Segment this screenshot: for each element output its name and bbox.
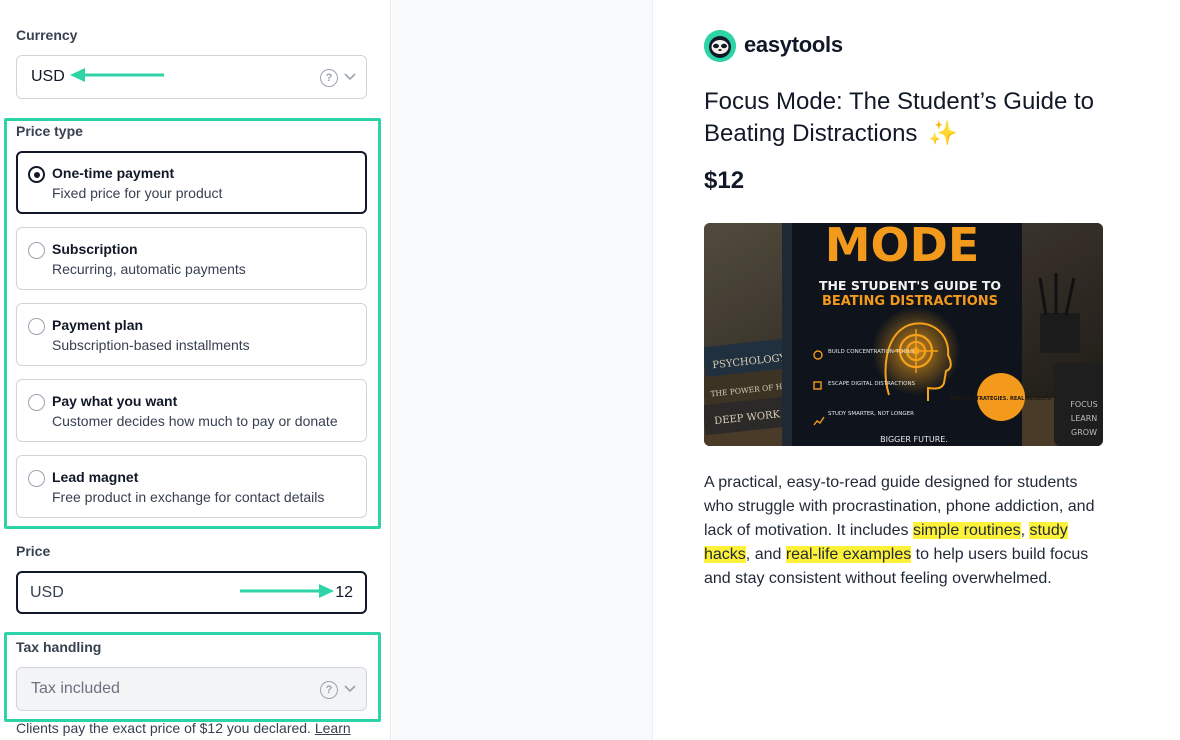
price-label: Price [16, 543, 51, 559]
option-title: Subscription [52, 241, 138, 257]
annotation-arrow-right-icon [240, 584, 334, 598]
price-option-one-time[interactable]: One-time payment Fixed price for your pr… [16, 151, 367, 214]
mug-text-2: LEARN [1071, 414, 1098, 423]
chevron-down-icon [344, 685, 356, 693]
tax-note-text: Clients pay the exact price of $12 you d… [16, 720, 311, 736]
price-amount: 12 [335, 584, 353, 601]
radio[interactable] [28, 394, 45, 411]
highlight-real-life-examples: real-life examples [785, 546, 912, 563]
product-title: Focus Mode: The Student’s Guide to Beati… [704, 86, 1104, 150]
product-cover-image: PSYCHOLOGY THE POWER OF HABIT DEEP WORK … [704, 223, 1103, 446]
product-title-text: Focus Mode: The Student’s Guide to Beati… [704, 88, 1095, 147]
radio[interactable] [28, 242, 45, 259]
option-desc: Fixed price for your product [52, 185, 223, 201]
cover-badge: SIMPLE STRATEGIES. REAL RESULTS. [950, 396, 1053, 402]
product-description: A practical, easy-to-read guide designed… [704, 471, 1109, 591]
highlight-simple-routines: simple routines [912, 522, 1021, 539]
chevron-down-icon [344, 73, 356, 81]
option-title: Payment plan [52, 317, 144, 333]
help-icon[interactable]: ? [320, 69, 338, 87]
tax-note: Clients pay the exact price of $12 you d… [16, 720, 351, 736]
cover-bullet-2: ESCAPE DIGITAL DISTRACTIONS [828, 381, 916, 387]
option-desc: Subscription-based installments [52, 337, 250, 353]
product-price: $12 [704, 167, 745, 194]
mug-text-1: FOCUS [1070, 400, 1097, 409]
sparkle-icon: ✨ [928, 120, 958, 147]
currency-value: USD [31, 68, 65, 85]
book-cover: MODE THE STUDENT'S GUIDE TO BEATING DIST… [782, 223, 1052, 446]
option-title: One-time payment [52, 165, 175, 181]
learn-link[interactable]: Learn [315, 720, 351, 736]
annotation-arrow-left-icon [70, 68, 164, 82]
option-desc: Free product in exchange for contact det… [52, 489, 325, 505]
tax-select[interactable]: Tax included ? [16, 667, 367, 711]
option-desc: Customer decides how much to pay or dona… [52, 413, 338, 429]
price-option-subscription[interactable]: Subscription Recurring, automatic paymen… [16, 227, 367, 290]
cover-bullet-3: STUDY SMARTER, NOT LONGER [828, 411, 914, 417]
cover-subtitle-1: THE STUDENT'S GUIDE TO [819, 278, 1001, 293]
price-currency: USD [30, 584, 64, 601]
cover-footer: BIGGER FUTURE. [880, 435, 948, 444]
price-type-label: Price type [16, 123, 83, 139]
cover-bullet-1: BUILD CONCENTRATION TOOLS [828, 349, 915, 355]
price-option-lead-magnet[interactable]: Lead magnet Free product in exchange for… [16, 455, 367, 518]
option-title: Lead magnet [52, 469, 139, 485]
tax-label: Tax handling [16, 639, 102, 655]
mug-text-3: GROW [1071, 428, 1097, 437]
brand-name: easytools [744, 32, 843, 57]
currency-label: Currency [16, 27, 78, 43]
right-margin [1152, 0, 1180, 740]
radio-selected[interactable] [28, 166, 45, 183]
pricing-form-panel: Currency USD ? Price type One-time payme… [0, 0, 391, 740]
radio[interactable] [28, 318, 45, 335]
option-desc: Recurring, automatic payments [52, 261, 246, 277]
desc-text: , and [745, 546, 786, 563]
option-title: Pay what you want [52, 393, 178, 409]
tax-value: Tax included [31, 680, 120, 697]
canvas-background [392, 0, 652, 740]
cover-headline: MODE [825, 223, 980, 272]
sloth-logo-icon [704, 30, 736, 62]
cover-subtitle-2: BEATING DISTRACTIONS [822, 294, 998, 309]
radio[interactable] [28, 470, 45, 487]
price-option-payment-plan[interactable]: Payment plan Subscription-based installm… [16, 303, 367, 366]
price-option-pay-what-you-want[interactable]: Pay what you want Customer decides how m… [16, 379, 367, 442]
product-preview: easytools Focus Mode: The Student’s Guid… [652, 0, 1152, 740]
currency-select[interactable]: USD ? [16, 55, 367, 99]
help-icon[interactable]: ? [320, 681, 338, 699]
